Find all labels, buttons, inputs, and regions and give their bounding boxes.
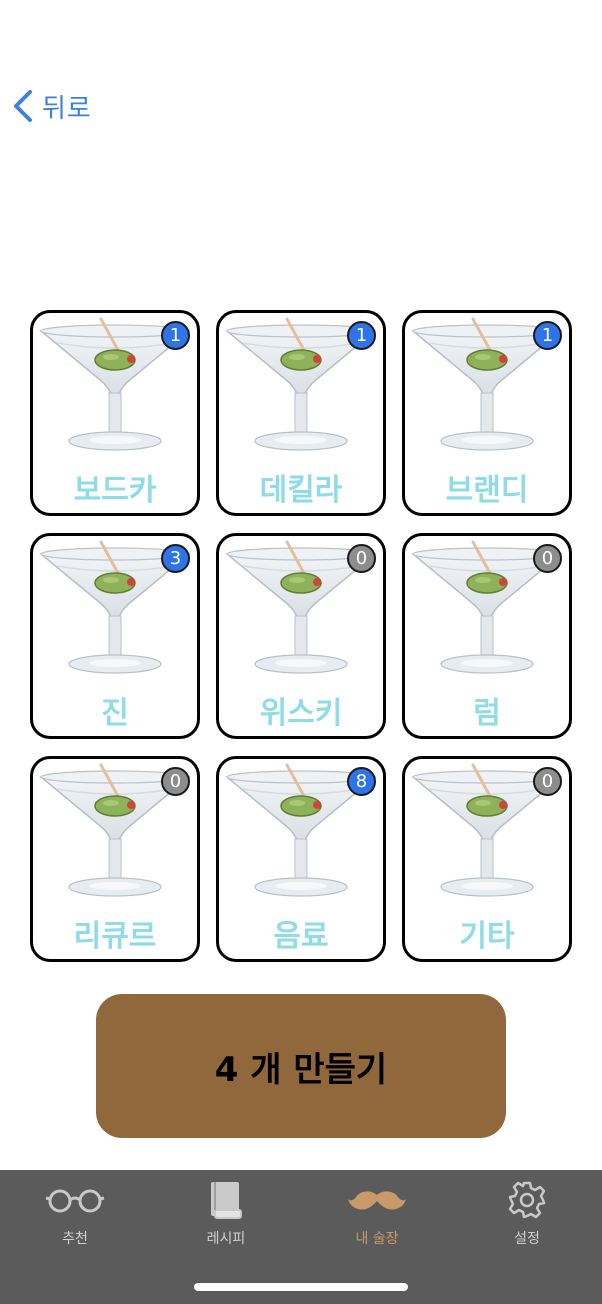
category-card[interactable]: 0 기타 [402,756,572,962]
mustache-icon [348,1191,406,1210]
count-badge: 1 [533,321,562,350]
count-badge: 1 [347,321,376,350]
category-card[interactable]: 0 위스키 [216,533,386,739]
chevron-left-icon [14,90,32,122]
tab-settings[interactable]: 설정 [472,1178,582,1258]
category-grid: 1 보드카 1 데킬라 1 브랜디 3 진 0 위스키 0 럼 0 리큐르 8 … [30,310,572,962]
category-label: 진 [101,696,129,731]
category-label: 럼 [473,696,501,731]
back-button[interactable]: 뒤로 [12,86,92,126]
category-card[interactable]: 0 럼 [402,533,572,739]
category-label: 브랜디 [445,473,529,508]
category-card[interactable]: 3 진 [30,533,200,739]
tab-label: 레시피 [206,1231,246,1247]
tab-label: 추천 [62,1231,88,1247]
category-label: 보드카 [73,473,157,508]
count-badge: 0 [533,544,562,573]
count-badge: 3 [161,544,190,573]
make-button-label: 4 개 만들기 [214,1049,388,1090]
tab-label: 설정 [514,1231,540,1247]
category-label: 리큐르 [73,919,157,954]
make-cocktails-button[interactable]: 4 개 만들기 [96,994,506,1138]
tab-recipe[interactable]: 레시피 [171,1178,281,1258]
category-card[interactable]: 0 리큐르 [30,756,200,962]
glasses-icon [45,1189,105,1213]
tab-my-bar[interactable]: 내 술장 [322,1178,432,1258]
category-label: 데킬라 [259,473,343,508]
category-card[interactable]: 8 음료 [216,756,386,962]
home-indicator[interactable] [194,1283,408,1291]
category-label: 음료 [273,919,329,954]
category-card[interactable]: 1 보드카 [30,310,200,516]
category-card[interactable]: 1 브랜디 [402,310,572,516]
category-label: 기타 [459,919,515,954]
category-label: 위스키 [259,696,343,731]
count-badge: 1 [161,321,190,350]
category-card[interactable]: 1 데킬라 [216,310,386,516]
tab-recommend[interactable]: 추천 [20,1178,130,1258]
count-badge: 0 [347,544,376,573]
book-icon [211,1182,242,1219]
tab-label: 내 술장 [355,1231,399,1247]
back-label: 뒤로 [42,93,92,124]
gear-icon [508,1181,546,1219]
count-badge: 8 [347,767,376,796]
count-badge: 0 [161,767,190,796]
count-badge: 0 [533,767,562,796]
